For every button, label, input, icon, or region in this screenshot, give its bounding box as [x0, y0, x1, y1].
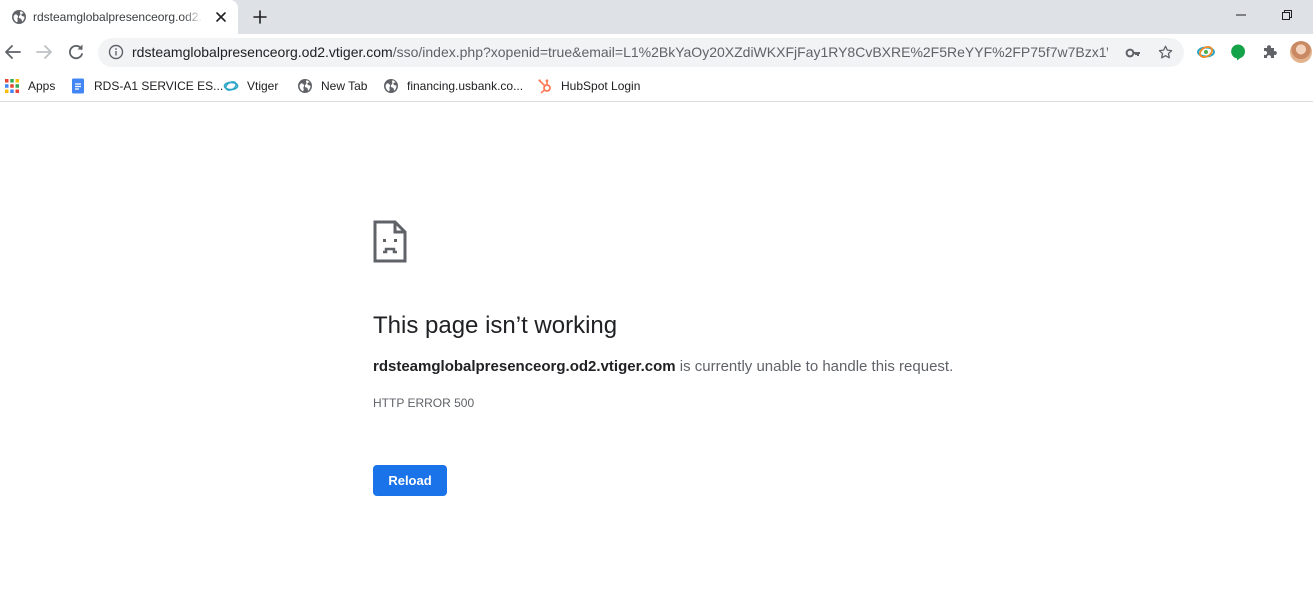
bookmark-label: financing.usbank.co... [407, 79, 524, 93]
globe-icon [384, 79, 398, 93]
star-icon[interactable] [1157, 44, 1174, 61]
restore-icon[interactable] [1276, 6, 1298, 24]
bookmark-vtiger[interactable]: Vtiger [223, 76, 278, 96]
bookmark-label: New Tab [321, 79, 368, 93]
bookmark-label: Vtiger [247, 79, 279, 93]
grammarly-icon[interactable] [1228, 42, 1248, 62]
vtiger-icon[interactable] [1196, 42, 1216, 62]
active-tab[interactable]: rdsteamglobalpresenceorg.od2.vtiger.com [0, 0, 238, 34]
info-icon[interactable] [108, 44, 124, 60]
bookmark-label: Apps [28, 79, 56, 93]
browser-toolbar: rdsteamglobalpresenceorg.od2.vtiger.com/… [0, 34, 1313, 71]
tab-strip: rdsteamglobalpresenceorg.od2.vtiger.com [0, 0, 1313, 34]
forward-arrow-icon[interactable] [33, 41, 55, 63]
bookmark-label: HubSpot Login [561, 79, 641, 93]
key-icon[interactable] [1125, 45, 1141, 61]
error-host: rdsteamglobalpresenceorg.od2.vtiger.com [373, 358, 676, 375]
sad-page-icon [373, 220, 407, 263]
tab-title: rdsteamglobalpresenceorg.od2.vtiger.com [33, 10, 203, 24]
error-code: HTTP ERROR 500 [373, 396, 475, 410]
error-message: is currently unable to handle this reque… [675, 358, 954, 375]
reload-icon[interactable] [65, 41, 87, 63]
address-bar[interactable]: rdsteamglobalpresenceorg.od2.vtiger.com/… [98, 38, 1184, 67]
apps-grid-icon [5, 79, 19, 93]
bookmark-usbank[interactable]: financing.usbank.co... [383, 76, 523, 96]
globe-icon [12, 10, 26, 24]
new-tab-icon[interactable] [250, 7, 270, 27]
hubspot-icon [538, 79, 551, 94]
vtiger-icon [223, 81, 239, 91]
error-description: rdsteamglobalpresenceorg.od2.vtiger.com … [373, 357, 953, 376]
url-path: /sso/index.php?xopenid=true&email=L1%2Bk… [392, 44, 1108, 60]
bookmark-label: RDS-A1 SERVICE ES... [94, 79, 224, 93]
bookmark-apps[interactable]: Apps [4, 76, 55, 96]
close-icon[interactable] [214, 10, 228, 24]
puzzle-icon[interactable] [1260, 42, 1280, 62]
bookmark-new-tab[interactable]: New Tab [297, 76, 367, 96]
globe-icon [298, 79, 312, 93]
bookmarks-bar: Apps RDS-A1 SERVICE ES... Vtiger New Tab… [0, 71, 1313, 102]
minimize-icon[interactable] [1230, 6, 1252, 24]
back-arrow-icon[interactable] [2, 41, 24, 63]
avatar[interactable] [1290, 41, 1312, 63]
reload-button[interactable]: Reload [373, 465, 447, 496]
bookmark-rds-service[interactable]: RDS-A1 SERVICE ES... [70, 76, 223, 96]
bookmark-hubspot[interactable]: HubSpot Login [537, 76, 640, 96]
url-text[interactable]: rdsteamglobalpresenceorg.od2.vtiger.com/… [132, 44, 1108, 61]
url-host: rdsteamglobalpresenceorg.od2.vtiger.com [132, 44, 393, 60]
docs-icon [72, 78, 84, 94]
error-title: This page isn’t working [373, 312, 618, 339]
